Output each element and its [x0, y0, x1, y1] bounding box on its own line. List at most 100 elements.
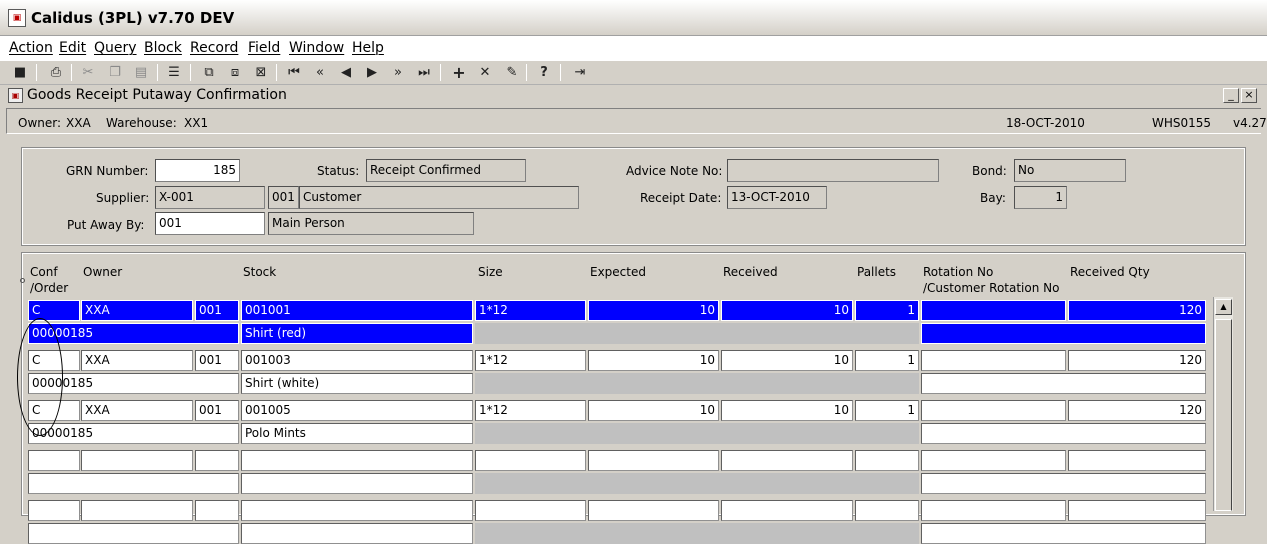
- row-3-description-cell[interactable]: Polo Mints: [241, 423, 473, 444]
- menu-edit[interactable]: Edit: [59, 40, 86, 56]
- toolbar: ■ ⎙ ✂ ❐ ▤ ☰ ⧉ ⧈ ⊠ ⏮ « ◀ ▶ » ⏭ + ✕ ✎ ? ⇥: [0, 61, 1267, 85]
- row-4-description-cell[interactable]: [241, 473, 473, 494]
- next-block-icon[interactable]: »: [388, 63, 408, 83]
- list-icon[interactable]: ☰: [164, 63, 184, 83]
- row-3-cust-rotation-cell[interactable]: [921, 423, 1206, 444]
- row-4-expected-cell[interactable]: [588, 450, 719, 471]
- menu-record[interactable]: Record: [190, 40, 238, 56]
- row-4-conf-cell[interactable]: [28, 450, 80, 471]
- row-2-rotation-cell[interactable]: [921, 350, 1066, 371]
- row-2-size-cell[interactable]: 1*12: [475, 350, 586, 371]
- save-icon[interactable]: ■: [10, 63, 30, 83]
- row-5-order-cell[interactable]: [28, 523, 239, 544]
- row-4-pallets-cell[interactable]: [855, 450, 919, 471]
- enter-query-icon[interactable]: ⧉: [199, 63, 219, 83]
- row-1-cust-rotation-cell[interactable]: [921, 323, 1206, 344]
- row-1-owner-num-cell[interactable]: 001: [195, 300, 239, 321]
- bond-field[interactable]: No: [1014, 159, 1126, 182]
- row-1-stock-cell[interactable]: 001001: [241, 300, 473, 321]
- menu-window[interactable]: Window: [289, 40, 344, 56]
- col-received: Received: [723, 265, 778, 279]
- status-field[interactable]: Receipt Confirmed: [366, 159, 526, 182]
- copy-icon[interactable]: ❐: [105, 63, 125, 83]
- delete-record-icon[interactable]: ✕: [475, 63, 495, 83]
- row-3-owner-cell[interactable]: XXA: [81, 400, 193, 421]
- row-1-description-cell[interactable]: Shirt (red): [241, 323, 473, 344]
- row-4-order-cell[interactable]: [28, 473, 239, 494]
- exit-icon[interactable]: ⇥: [570, 63, 590, 83]
- row-1-owner-cell[interactable]: XXA: [81, 300, 193, 321]
- row-2-received-cell[interactable]: 10: [721, 350, 853, 371]
- row-4-cust-rotation-cell[interactable]: [921, 473, 1206, 494]
- scroll-thumb[interactable]: [1215, 319, 1232, 511]
- row-5-description-cell[interactable]: [241, 523, 473, 544]
- row-3-rotation-cell[interactable]: [921, 400, 1066, 421]
- row-2-received-qty-cell[interactable]: 120: [1068, 350, 1206, 371]
- row-3-stock-cell[interactable]: 001005: [241, 400, 473, 421]
- row-2-description-cell[interactable]: Shirt (white): [241, 373, 473, 394]
- row-1-rotation-cell[interactable]: [921, 300, 1066, 321]
- cut-icon[interactable]: ✂: [78, 63, 98, 83]
- minimize-button[interactable]: _: [1223, 88, 1239, 103]
- paste-icon[interactable]: ▤: [131, 63, 151, 83]
- supplier-number-field[interactable]: 001: [268, 186, 299, 209]
- menu-block[interactable]: Block: [144, 40, 182, 56]
- row-4-received-cell[interactable]: [721, 450, 853, 471]
- close-button[interactable]: ×: [1241, 88, 1257, 103]
- row-1-received-qty-cell[interactable]: 120: [1068, 300, 1206, 321]
- row-4-received-qty-cell[interactable]: [1068, 450, 1206, 471]
- row-5-cust-rotation-cell[interactable]: [921, 523, 1206, 544]
- next-record-icon[interactable]: ▶: [362, 63, 382, 83]
- put-away-by-name-field[interactable]: Main Person: [268, 212, 474, 235]
- bay-field[interactable]: 1: [1014, 186, 1067, 209]
- row-3-expected-cell[interactable]: 10: [588, 400, 719, 421]
- scroll-up-icon[interactable]: ▲: [1215, 299, 1232, 315]
- vertical-scrollbar[interactable]: ▲: [1213, 297, 1233, 511]
- previous-block-icon[interactable]: «: [310, 63, 330, 83]
- col-size: Size: [478, 265, 503, 279]
- row-4-owner-cell[interactable]: [81, 450, 193, 471]
- row-2-stock-cell[interactable]: 001003: [241, 350, 473, 371]
- menu-help[interactable]: Help: [352, 40, 384, 56]
- row-1-order-cell[interactable]: 00000185: [28, 323, 239, 344]
- grn-number-field[interactable]: 185: [155, 159, 240, 182]
- row-2-expected-cell[interactable]: 10: [588, 350, 719, 371]
- menu-action[interactable]: Action: [9, 40, 53, 56]
- row-2-pallets-cell[interactable]: 1: [855, 350, 919, 371]
- row-3-received-qty-cell[interactable]: 120: [1068, 400, 1206, 421]
- row-1-expected-cell[interactable]: 10: [588, 300, 719, 321]
- row-2-owner-num-cell[interactable]: 001: [195, 350, 239, 371]
- row-1-size-cell[interactable]: 1*12: [475, 300, 586, 321]
- supplier-name-field[interactable]: Customer: [299, 186, 579, 209]
- put-away-by-code-field[interactable]: 001: [155, 212, 265, 235]
- row-3-owner-num-cell[interactable]: 001: [195, 400, 239, 421]
- row-2-spacer-cell: [475, 373, 919, 394]
- row-1-pallets-cell[interactable]: 1: [855, 300, 919, 321]
- warehouse-value: XX1: [184, 116, 209, 130]
- row-4-owner-num-cell[interactable]: [195, 450, 239, 471]
- last-record-icon[interactable]: ⏭: [414, 63, 434, 83]
- row-4-stock-cell[interactable]: [241, 450, 473, 471]
- print-icon[interactable]: ⎙: [46, 63, 66, 83]
- insert-record-icon[interactable]: +: [449, 63, 469, 83]
- row-4-rotation-cell[interactable]: [921, 450, 1066, 471]
- row-2-cust-rotation-cell[interactable]: [921, 373, 1206, 394]
- row-3-pallets-cell[interactable]: 1: [855, 400, 919, 421]
- previous-record-icon[interactable]: ◀: [336, 63, 356, 83]
- menu-field[interactable]: Field: [248, 40, 280, 56]
- row-3-received-cell[interactable]: 10: [721, 400, 853, 421]
- menu-query[interactable]: Query: [94, 40, 137, 56]
- row-3-order-cell[interactable]: 00000185: [28, 423, 239, 444]
- help-icon[interactable]: ?: [534, 63, 554, 83]
- execute-query-icon[interactable]: ⧈: [225, 63, 245, 83]
- advice-note-field[interactable]: [727, 159, 939, 182]
- clear-record-icon[interactable]: ✎: [502, 63, 522, 83]
- supplier-code-field[interactable]: X-001: [155, 186, 265, 209]
- receipt-date-field[interactable]: 13-OCT-2010: [727, 186, 827, 209]
- row-2-owner-cell[interactable]: XXA: [81, 350, 193, 371]
- first-record-icon[interactable]: ⏮: [284, 63, 304, 83]
- row-3-size-cell[interactable]: 1*12: [475, 400, 586, 421]
- row-1-received-cell[interactable]: 10: [721, 300, 853, 321]
- row-4-size-cell[interactable]: [475, 450, 586, 471]
- cancel-query-icon[interactable]: ⊠: [251, 63, 271, 83]
